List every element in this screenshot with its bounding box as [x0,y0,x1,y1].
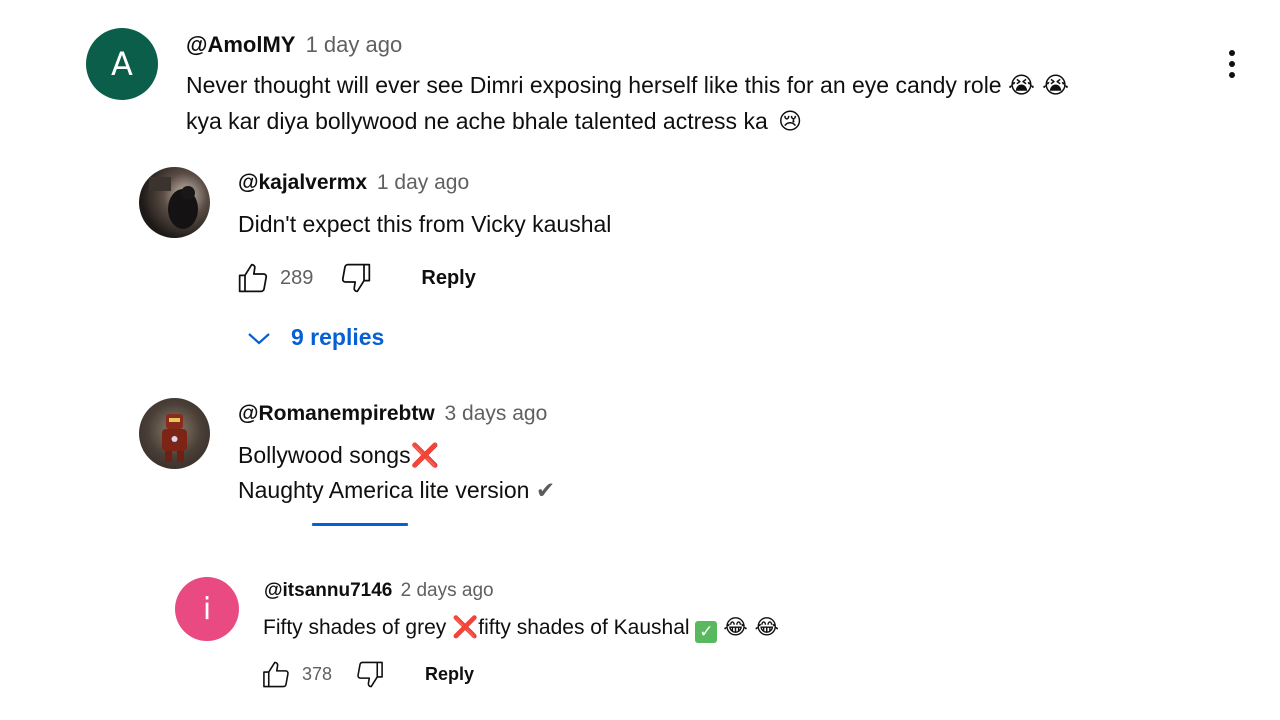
thumb-up-icon[interactable] [236,262,270,294]
comment-text: kya kar diya bollywood ne ache bhale tal… [186,108,768,134]
reply-button[interactable]: Reply [421,267,475,290]
crying-emoji: 😭 😭 [1008,73,1070,99]
avatar-romanempirebtw[interactable] [139,398,210,469]
author-handle[interactable]: @kajalvermx [238,171,367,194]
avatar-itsannu7146[interactable]: i [175,577,239,641]
laughing-emoji: 😂 😂 [723,615,779,639]
thumb-up-icon[interactable] [261,660,291,689]
check-box-emoji: ✓ [695,621,718,643]
profile-photo [149,177,198,229]
comment-text-line-2: kya kar diya bollywood ne ache bhale tal… [186,108,802,135]
avatar-amolmy[interactable]: A [86,28,158,100]
comment-header: @AmolMY 1 day ago [186,32,402,58]
cross-mark-emoji: ❌ [410,443,440,469]
reply-header: @itsannu7146 2 days ago [264,580,494,602]
like-count: 378 [302,664,333,684]
timestamp[interactable]: 3 days ago [445,402,548,425]
timestamp[interactable]: 1 day ago [377,171,469,194]
reply-button[interactable]: Reply [425,664,474,685]
reply-text: Didn't expect this from Vicky kaushal [238,211,612,237]
reply-header: @Romanempirebtw 3 days ago [238,402,547,426]
thumb-down-icon[interactable] [355,660,385,689]
like-count: 289 [280,266,314,289]
avatar-kajalvermx[interactable] [139,167,210,238]
reply-text-line-1: Bollywood songs❌ [238,442,439,469]
author-handle[interactable]: @Romanempirebtw [238,402,435,425]
reply-actions: 289 Reply [236,262,476,294]
sad-emoji: 😢 [778,109,803,135]
reply-actions: 378 Reply [261,660,474,689]
check-mark-emoji: ✔ [535,478,556,504]
reply-text: Bollywood songs [238,442,411,468]
reply-text-line-2: Naughty America lite version ✔ [238,477,555,504]
author-handle[interactable]: @itsannu7146 [264,580,392,601]
thumb-down-icon[interactable] [339,262,373,294]
cross-mark-emoji: ❌ [452,615,479,639]
reply-text-part-b: fifty shades of Kaushal [478,616,690,639]
reply-text: Fifty shades of grey ❌fifty shades of Ka… [263,615,779,643]
comment-text-line-1: Never thought will ever see Dimri exposi… [186,72,1069,99]
clipped-replies-link [280,520,410,532]
reply-text: Naughty America lite version [238,477,530,503]
timestamp[interactable]: 1 day ago [306,32,403,57]
profile-photo [162,414,187,462]
avatar-letter: A [111,45,133,83]
replies-count-label: 9 replies [291,324,385,350]
reply-text-part-a: Fifty shades of grey [263,616,447,639]
chevron-down-icon [248,332,270,344]
avatar-letter: i [202,591,212,627]
more-vert-icon[interactable] [1229,50,1237,83]
comment-text: Never thought will ever see Dimri exposi… [186,72,1002,98]
timestamp[interactable]: 2 days ago [401,580,494,601]
view-replies-button[interactable]: 9 replies [246,324,384,351]
reply-header: @kajalvermx 1 day ago [238,171,469,195]
author-handle[interactable]: @AmolMY [186,32,295,57]
